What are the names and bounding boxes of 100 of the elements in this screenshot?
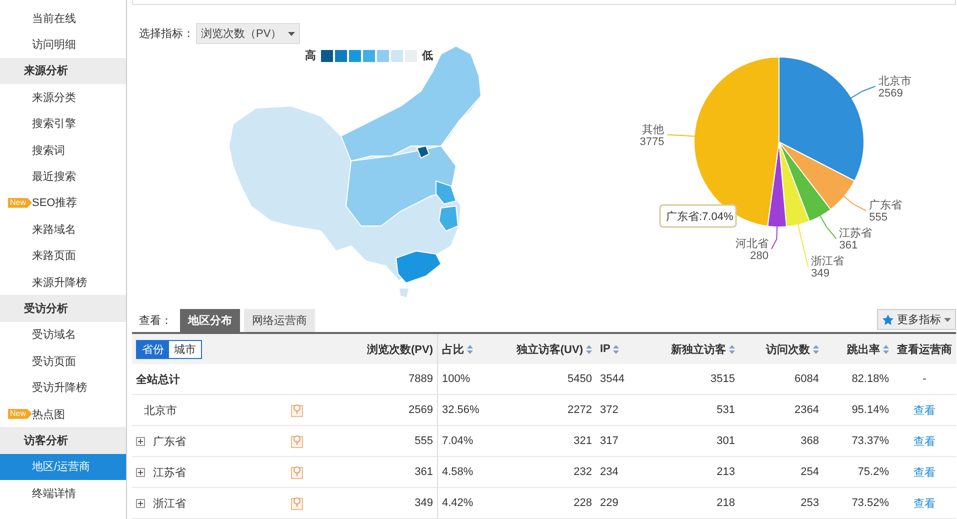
column-header[interactable]: 占比 <box>442 342 464 356</box>
pie-slice[interactable] <box>778 142 832 222</box>
map-pin-icon[interactable] <box>291 403 303 417</box>
metric-dropdown[interactable]: 浏览次数（PV） <box>196 23 300 44</box>
table-cell: 531 <box>656 395 739 426</box>
data-label: 其他 3775 <box>640 124 664 148</box>
column-header[interactable]: IP <box>600 343 610 355</box>
table-cell: 229 <box>596 488 656 519</box>
caret-icon <box>944 318 951 322</box>
data-label: 北京市 2569 <box>878 75 912 100</box>
sidebar-item[interactable]: 终端详情 <box>0 480 126 506</box>
sidebar-section-header: 受访分析 <box>0 295 126 322</box>
view-link[interactable]: 查看 <box>914 496 936 510</box>
table-cell: 73.52% <box>823 488 893 519</box>
tooltip: 广东省:7.04% <box>659 204 737 228</box>
sort-icon[interactable] <box>613 344 620 354</box>
sidebar-item[interactable]: 地区/运营商 <box>0 454 126 480</box>
expand-icon[interactable] <box>136 498 145 508</box>
table-cell: 32.56% <box>437 395 513 426</box>
table-cell: 301 <box>656 426 739 457</box>
sidebar-item[interactable]: 来源升降榜 <box>0 268 126 296</box>
sidebar-section-header: 访客分析 <box>0 427 126 454</box>
table-cell: 6084 <box>739 364 823 395</box>
view-link[interactable]: 查看 <box>914 402 936 418</box>
sidebar-item[interactable]: 受访升降榜 <box>0 374 126 401</box>
table-cell: 7.04% <box>437 426 513 457</box>
table-cell: 4.42% <box>437 488 513 519</box>
expand-icon[interactable] <box>136 436 145 446</box>
column-header: 浏览次数(PV) <box>367 342 433 356</box>
data-label: 浙江省 349 <box>811 256 844 280</box>
table-cell: 2364 <box>739 395 823 426</box>
sidebar-section-header: 来源分析 <box>0 58 126 84</box>
sidebar-item[interactable]: 受访域名 <box>0 322 126 348</box>
column-header[interactable]: 跳出率 <box>847 342 880 356</box>
leader-line <box>797 222 809 268</box>
table-cell: 361 <box>312 457 437 488</box>
tab[interactable]: 网络运营商 <box>244 309 315 332</box>
table-cell: 321 <box>513 426 596 457</box>
sidebar-item[interactable]: 来路域名 <box>0 216 126 243</box>
map-pin-icon[interactable] <box>291 434 303 448</box>
more-metrics-button[interactable]: 更多指标 <box>877 309 956 330</box>
view-link[interactable]: 查看 <box>914 464 936 480</box>
sidebar-item[interactable]: 搜索引擎 <box>0 110 126 137</box>
table-cell: 555 <box>312 426 437 457</box>
table-cell: 253 <box>739 488 823 519</box>
sidebar-item[interactable]: 来源分类 <box>0 84 126 111</box>
legend-low-label: 低 <box>422 49 433 63</box>
pie-slice[interactable] <box>778 142 856 210</box>
sidebar-item[interactable]: New SEO推荐 <box>0 190 126 216</box>
table-cell: 95.14% <box>823 395 893 426</box>
map-pin-icon[interactable] <box>291 465 303 479</box>
table-cell: 234 <box>596 457 656 488</box>
sidebar-item[interactable]: 最近搜索 <box>0 163 126 190</box>
new-badge: New <box>8 408 32 419</box>
table-cell: 368 <box>739 426 823 457</box>
sidebar-item[interactable]: 访问明细 <box>0 31 126 58</box>
table-cell: 2569 <box>312 395 437 426</box>
map-pin-icon[interactable] <box>291 496 303 510</box>
table-cell: 232 <box>513 457 596 488</box>
sidebar-item[interactable]: 受访页面 <box>0 348 126 374</box>
region-name: 江苏省 <box>153 466 186 480</box>
table-cell: 254 <box>739 457 823 488</box>
sidebar-item[interactable]: New 热点图 <box>0 400 126 428</box>
sort-icon[interactable] <box>586 344 592 354</box>
sort-icon[interactable] <box>813 344 819 354</box>
sort-icon[interactable] <box>883 344 889 354</box>
expand-icon[interactable] <box>136 468 145 476</box>
leader-line <box>770 224 778 250</box>
metric-label: 选择指标： <box>139 27 194 41</box>
data-label: 江苏省 361 <box>839 228 872 252</box>
table-cell: 228 <box>513 488 596 519</box>
caret-icon <box>288 32 295 36</box>
view-link[interactable]: 查看 <box>914 434 936 448</box>
table-cell: 73.37% <box>823 426 893 457</box>
column-header[interactable]: 访问次数 <box>766 342 810 356</box>
toggle-option[interactable]: 城市 <box>169 340 201 358</box>
column-header[interactable]: 独立访客(UV) <box>516 342 583 356</box>
leader-line <box>842 194 867 212</box>
column-header: 查看运营商 <box>897 342 952 356</box>
pie-slice[interactable] <box>778 56 864 182</box>
table-cell: 317 <box>596 426 656 457</box>
toggle-option[interactable]: 省份 <box>137 340 169 358</box>
table-cell: 100% <box>437 364 513 395</box>
sort-icon[interactable] <box>729 344 735 354</box>
sidebar-item[interactable]: 当前在线 <box>0 5 126 32</box>
data-label: 河北省 280 <box>735 238 768 262</box>
table-cell: 7889 <box>312 364 437 395</box>
leader-line <box>819 214 837 240</box>
table-cell: 82.18% <box>823 364 893 395</box>
sidebar-item[interactable]: 搜索词 <box>0 136 126 164</box>
new-badge: New <box>8 198 32 208</box>
region-name: 浙江省 <box>153 496 186 510</box>
column-header[interactable]: 新独立访客 <box>671 342 726 356</box>
table-cell: 218 <box>656 488 739 519</box>
sidebar-item[interactable]: 来路页面 <box>0 242 126 269</box>
table-cell: 213 <box>656 457 739 488</box>
table-cell: 全站总计 <box>132 364 282 395</box>
tab[interactable]: 地区分布 <box>180 309 240 332</box>
sort-icon[interactable] <box>467 344 473 354</box>
data-label: 广东省 555 <box>869 200 902 224</box>
